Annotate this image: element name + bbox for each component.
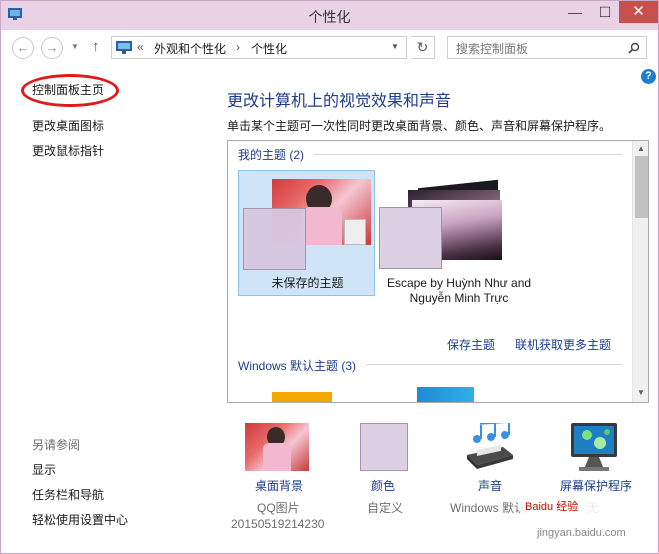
address-dropdown-icon[interactable]: ▼ xyxy=(391,42,399,51)
theme-list[interactable]: 我的主题 (2) 未保存的主题 Escape by Huỳnh Như and … xyxy=(227,140,649,403)
save-theme-link[interactable]: 保存主题 xyxy=(447,336,495,353)
default-theme-preview-yellow[interactable] xyxy=(272,392,332,402)
sidebar-item-change-desktop-icons[interactable]: 更改桌面图标 xyxy=(32,117,104,134)
theme-label-unsaved: 未保存的主题 xyxy=(271,276,344,290)
desktop-background-thumbnail[interactable] xyxy=(245,423,309,471)
control-panel-icon xyxy=(116,41,132,54)
page-description: 单击某个主题可一次性同时更改桌面背景、颜色、声音和屏幕保护程序。 xyxy=(227,119,612,133)
scroll-thumb[interactable] xyxy=(635,156,648,218)
default-theme-preview-blue[interactable] xyxy=(417,387,474,402)
group-divider xyxy=(366,364,622,365)
color-swatch[interactable] xyxy=(360,423,408,471)
sound-icon[interactable] xyxy=(463,423,517,473)
group-title-windows-default-themes: Windows 默认主题 (3) xyxy=(238,359,357,373)
screen-saver-icon[interactable] xyxy=(567,421,623,473)
sidebar-item-change-mouse-pointers[interactable]: 更改鼠标指针 xyxy=(32,142,104,159)
back-button[interactable]: ← xyxy=(12,37,34,59)
personalization-window: 个性化 — ☐ ✕ ← → ▼ ↑ « 外观和个性化 › 个性化 ▼ ↻ 搜索控… xyxy=(0,0,659,554)
address-bar[interactable]: « 外观和个性化 › 个性化 ▼ xyxy=(111,36,407,59)
desktop-background-name: QQ图片 xyxy=(257,501,300,515)
minimize-button[interactable]: — xyxy=(561,1,589,23)
search-input[interactable]: 搜索控制面板 xyxy=(456,40,528,57)
see-also-display[interactable]: 显示 xyxy=(32,461,56,478)
sounds-value: Windows 默认 xyxy=(450,501,527,515)
color-link[interactable]: 颜色 xyxy=(371,477,395,494)
theme-color-swatch xyxy=(243,208,306,270)
group-divider xyxy=(314,154,622,155)
theme-label-escape: Escape by Huỳnh Như and Nguyễn Minh Trực xyxy=(386,276,532,305)
breadcrumb-item-appearance[interactable]: 外观和个性化 xyxy=(154,40,226,57)
breadcrumb-separator-icon[interactable]: › xyxy=(236,40,240,54)
desktop-background-link[interactable]: 桌面背景 xyxy=(255,477,303,494)
see-also-taskbar-navigation[interactable]: 任务栏和导航 xyxy=(32,486,104,503)
theme-item-unsaved[interactable]: 未保存的主题 xyxy=(238,170,375,296)
see-also-ease-of-access[interactable]: 轻松使用设置中心 xyxy=(32,511,128,528)
recent-locations-chevron-icon[interactable]: ▼ xyxy=(71,42,79,51)
search-icon[interactable] xyxy=(628,42,640,54)
watermark-logo: Baidu 经验 xyxy=(519,496,617,518)
up-button[interactable]: ↑ xyxy=(92,38,100,55)
sounds-link[interactable]: 声音 xyxy=(478,477,502,494)
red-circle-annotation xyxy=(21,74,119,107)
watermark-url: jingyan.baidu.com xyxy=(537,527,626,539)
page-title: 更改计算机上的视觉效果和声音 xyxy=(227,93,452,110)
screen-saver-link[interactable]: 屏幕保护程序 xyxy=(560,477,632,494)
theme-list-scrollbar[interactable]: ▲ ▼ xyxy=(632,141,648,402)
see-also-title: 另请参阅 xyxy=(32,438,81,452)
title-bar[interactable]: 个性化 — ☐ ✕ xyxy=(1,1,658,30)
scroll-down-icon[interactable]: ▼ xyxy=(637,388,645,397)
forward-button[interactable]: → xyxy=(41,37,63,59)
theme-item-escape[interactable]: Escape by Huỳnh Như and Nguyễn Minh Trực xyxy=(378,170,531,330)
theme-color-swatch xyxy=(379,207,442,269)
maximize-button[interactable]: ☐ xyxy=(591,1,619,23)
scroll-up-icon[interactable]: ▲ xyxy=(637,144,645,153)
breadcrumb-item-personalization[interactable]: 个性化 xyxy=(251,40,287,57)
group-title-my-themes: 我的主题 (2) xyxy=(238,148,305,162)
get-more-themes-online-link[interactable]: 联机获取更多主题 xyxy=(515,336,611,353)
refresh-button[interactable]: ↻ xyxy=(411,36,435,59)
help-icon[interactable]: ? xyxy=(641,69,656,84)
navigation-bar: ← → ▼ ↑ « 外观和个性化 › 个性化 ▼ ↻ 搜索控制面板 xyxy=(1,30,658,64)
breadcrumb-overflow-icon[interactable]: « xyxy=(137,40,144,54)
desktop-background-name-line2: 20150519214230 xyxy=(231,517,325,531)
window-title: 个性化 xyxy=(308,9,351,25)
close-button[interactable]: ✕ xyxy=(619,1,658,23)
color-value: 自定义 xyxy=(367,501,404,515)
search-box[interactable]: 搜索控制面板 xyxy=(447,36,647,59)
